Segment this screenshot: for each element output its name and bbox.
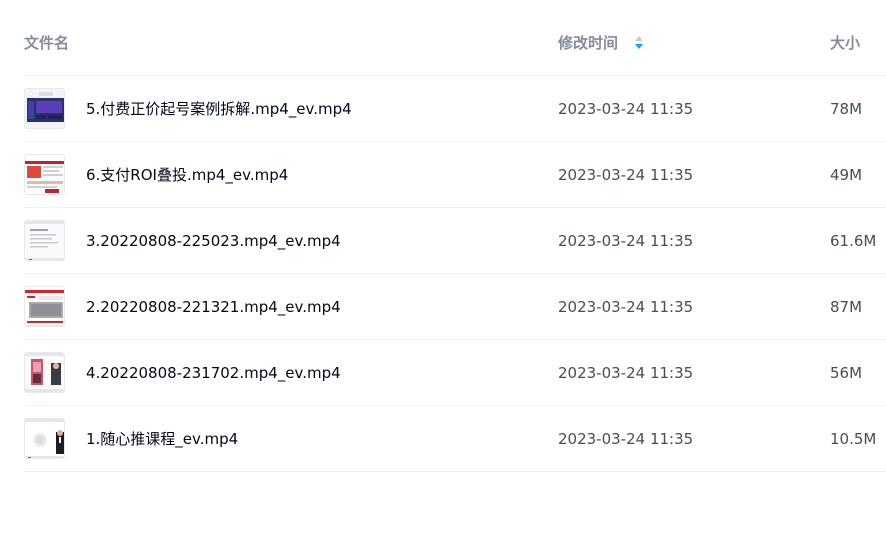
file-size: 49M: [830, 166, 863, 184]
file-name[interactable]: 6.支付ROI叠投.mp4_ev.mp4: [86, 164, 288, 186]
file-modified-time: 2023-03-24 11:35: [558, 298, 694, 316]
file-modified-time: 2023-03-24 11:35: [558, 100, 694, 118]
table-header: 文件名 修改时间 大小: [24, 9, 886, 76]
file-size: 56M: [830, 364, 863, 382]
video-thumbnail[interactable]: [24, 418, 65, 459]
file-modified-time: 2023-03-24 11:35: [558, 364, 694, 382]
file-size: 78M: [830, 100, 863, 118]
file-size: 87M: [830, 298, 863, 316]
table-row[interactable]: 5.付费正价起号案例拆解.mp4_ev.mp4 2023-03-24 11:35…: [24, 76, 886, 142]
table-row[interactable]: 4.20220808-231702.mp4_ev.mp4 2023-03-24 …: [24, 340, 886, 406]
file-name[interactable]: 3.20220808-225023.mp4_ev.mp4: [86, 230, 341, 252]
file-size: 10.5M: [830, 430, 877, 448]
sort-icon[interactable]: [634, 35, 644, 51]
table-row[interactable]: 6.支付ROI叠投.mp4_ev.mp4 2023-03-24 11:35 49…: [24, 142, 886, 208]
video-thumbnail[interactable]: [24, 154, 65, 195]
video-thumbnail[interactable]: [24, 220, 65, 261]
table-row[interactable]: 1.随心推课程_ev.mp4 2023-03-24 11:35 10.5M: [24, 406, 886, 472]
file-name[interactable]: 1.随心推课程_ev.mp4: [86, 428, 238, 450]
column-header-modified[interactable]: 修改时间: [558, 33, 618, 53]
video-thumbnail[interactable]: [24, 88, 65, 129]
file-name[interactable]: 4.20220808-231702.mp4_ev.mp4: [86, 362, 341, 384]
file-name[interactable]: 5.付费正价起号案例拆解.mp4_ev.mp4: [86, 98, 352, 120]
video-thumbnail[interactable]: [24, 352, 65, 393]
table-row[interactable]: 2.20220808-221321.mp4_ev.mp4 2023-03-24 …: [24, 274, 886, 340]
column-header-size[interactable]: 大小: [830, 33, 860, 53]
table-row[interactable]: 3.20220808-225023.mp4_ev.mp4 2023-03-24 …: [24, 208, 886, 274]
file-name[interactable]: 2.20220808-221321.mp4_ev.mp4: [86, 296, 341, 318]
file-modified-time: 2023-03-24 11:35: [558, 232, 694, 250]
file-modified-time: 2023-03-24 11:35: [558, 166, 694, 184]
file-list-table: 文件名 修改时间 大小 5.付费正价起号案例拆解.mp4_ev.mp4 2023…: [24, 9, 886, 472]
file-modified-time: 2023-03-24 11:35: [558, 430, 694, 448]
file-size: 61.6M: [830, 232, 877, 250]
column-header-name[interactable]: 文件名: [24, 33, 69, 53]
video-thumbnail[interactable]: [24, 286, 65, 327]
